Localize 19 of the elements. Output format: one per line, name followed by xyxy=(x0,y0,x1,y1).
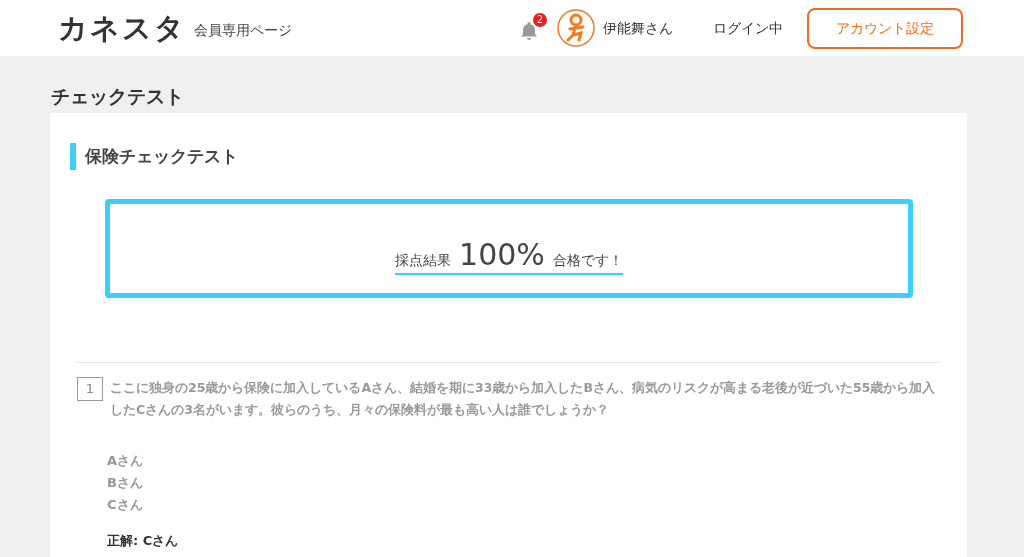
answer-option: Bさん xyxy=(107,472,967,494)
result-message: 合格です！ xyxy=(552,251,623,270)
user-avatar-icon[interactable] xyxy=(557,9,595,47)
question-text: ここに独身の25歳から保険に加入しているAさん、結婚を期に33歳から加入したBさん、病気のリスクが高まる老後が近づいた55歳から加入したCさんの3名がいます。彼らのうち、月々の保険料が最も高い人は誰でしょうか？ xyxy=(110,379,937,419)
result-score: 100% xyxy=(459,239,545,271)
page-title: チェックテスト xyxy=(51,84,185,108)
section-accent-bar xyxy=(70,143,76,170)
login-status: ログイン中 xyxy=(713,18,783,38)
answer-option: Cさん xyxy=(107,494,967,516)
answer-option: Aさん xyxy=(107,450,967,472)
user-name[interactable]: 伊能舞さん xyxy=(603,17,673,39)
bell-icon xyxy=(519,21,539,41)
result-label: 採点結果 xyxy=(395,251,452,270)
question-number: 1 xyxy=(77,377,103,401)
header-subtitle: 会員専用ページ xyxy=(194,20,292,40)
correct-answer: 正解: Cさん xyxy=(107,532,180,550)
notification-badge: 2 xyxy=(533,13,547,27)
logo[interactable]: カネスタ xyxy=(58,13,186,43)
section-title: 保険チェックテスト xyxy=(85,144,238,168)
